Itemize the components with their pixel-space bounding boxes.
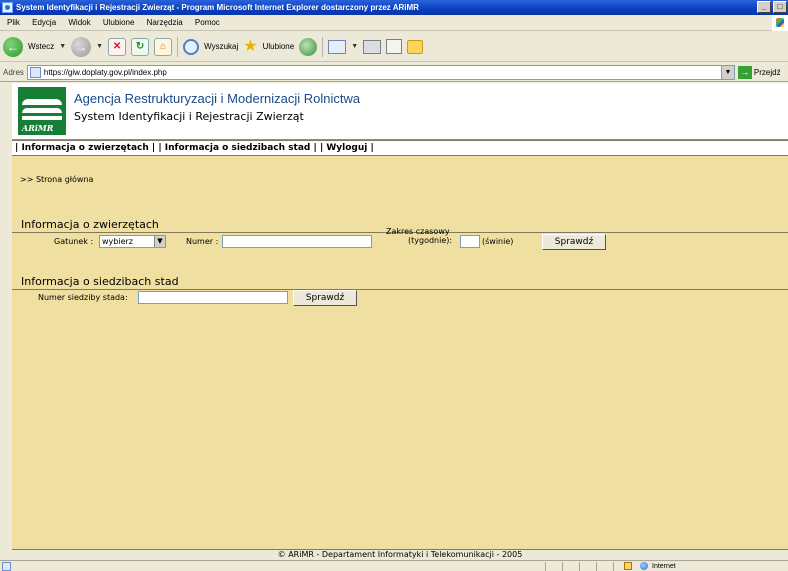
- go-button[interactable]: → Przejdź: [737, 65, 781, 79]
- window-title: System Identyfikacji i Rejestracji Zwier…: [16, 3, 419, 12]
- logo-stripe: [22, 99, 62, 105]
- back-dropdown-icon[interactable]: ▼: [59, 43, 66, 50]
- menu-help[interactable]: Pomoc: [190, 18, 225, 27]
- breadcrumb: >> Strona główna: [20, 175, 94, 184]
- print-icon[interactable]: [363, 39, 382, 54]
- security-zone: Internet: [652, 563, 676, 570]
- menu-file[interactable]: Plik: [2, 18, 25, 27]
- stop-icon[interactable]: ✕: [108, 37, 127, 56]
- address-dropdown-icon[interactable]: ▼: [720, 65, 734, 79]
- species-select-value: wybierz: [102, 237, 133, 246]
- animal-number-label: Numer :: [186, 237, 219, 246]
- site-header: ARiMR Agencja Restrukturyzacji i Moderni…: [12, 83, 788, 140]
- time-range-input[interactable]: [460, 235, 480, 248]
- back-arrow-icon[interactable]: ←: [3, 36, 23, 57]
- browser-toolbar: ← Wstecz ▼ → ▼ ✕ ↻ ⌂ Wyszukaj ★ Ulubione…: [0, 32, 788, 62]
- herds-check-button[interactable]: Sprawdź: [293, 290, 357, 306]
- menu-edit[interactable]: Edycja: [27, 18, 61, 27]
- animals-check-button[interactable]: Sprawdź: [542, 234, 606, 250]
- address-url[interactable]: https://giw.doplaty.gov.pl/index.php: [44, 68, 167, 77]
- go-arrow-icon: →: [737, 65, 752, 79]
- menu-tools[interactable]: Narzędzia: [142, 18, 188, 27]
- address-bar: Adres https://giw.doplaty.gov.pl/index.p…: [0, 63, 788, 82]
- species-label: Gatunek :: [54, 237, 94, 246]
- time-range-unit-label: (tygodnie):: [408, 236, 453, 245]
- favorites-button-label[interactable]: Ulubione: [263, 42, 295, 51]
- nav-separator: |: [370, 143, 374, 153]
- folder-icon[interactable]: [407, 39, 424, 54]
- windows-logo-icon: [772, 15, 788, 31]
- ie-app-icon: [2, 2, 13, 13]
- back-button-label[interactable]: Wstecz: [28, 42, 54, 51]
- globe-icon: [640, 562, 648, 570]
- nav-separator: |: [319, 143, 324, 153]
- status-bar: Internet: [0, 560, 788, 571]
- page-content: ARiMR Agencja Restrukturyzacji i Moderni…: [12, 83, 788, 549]
- toolbar-separator: [177, 36, 179, 57]
- nav-separator: |: [158, 143, 162, 153]
- herds-section-title: Informacja o siedzibach stad: [21, 275, 179, 288]
- media-icon[interactable]: [299, 37, 318, 56]
- nav-herds-link[interactable]: Informacja o siedzibach stad: [165, 143, 311, 153]
- forward-dropdown-icon[interactable]: ▼: [96, 43, 103, 50]
- favorites-star-icon[interactable]: ★: [243, 38, 257, 55]
- animal-number-input[interactable]: [222, 235, 372, 248]
- menu-favorites[interactable]: Ulubione: [98, 18, 140, 27]
- system-name: System Identyfikacji i Rejestracji Zwier…: [74, 110, 304, 123]
- nav-separator: |: [15, 143, 19, 153]
- agency-name: Agencja Restrukturyzacji i Modernizacji …: [74, 91, 361, 106]
- page-icon: [29, 66, 41, 78]
- mail-icon[interactable]: [328, 39, 347, 54]
- page-status-icon: [2, 562, 11, 571]
- minimize-button[interactable]: _: [757, 1, 771, 13]
- chevron-down-icon: ▼: [154, 236, 165, 247]
- logo-stripe: [22, 108, 62, 113]
- page-footer: © ARiMR - Departament Informatyki i Tele…: [12, 549, 788, 560]
- status-cell: [579, 562, 593, 571]
- arimr-logo: ARiMR: [18, 87, 66, 135]
- mail-dropdown-icon[interactable]: ▼: [351, 43, 358, 50]
- section-divider: [12, 289, 788, 290]
- logo-text: ARiMR: [22, 123, 54, 133]
- address-input[interactable]: https://giw.doplaty.gov.pl/index.php ▼: [26, 64, 735, 80]
- animals-section-title: Informacja o zwierzętach: [21, 218, 159, 231]
- search-icon[interactable]: [183, 38, 200, 55]
- herd-number-input[interactable]: [138, 291, 288, 304]
- window-title-bar[interactable]: System Identyfikacji i Rejestracji Zwier…: [0, 0, 788, 15]
- logo-stripe: [22, 116, 62, 120]
- status-cell: [596, 562, 610, 571]
- species-select[interactable]: wybierz ▼: [99, 235, 166, 248]
- main-navigation: | Informacja o zwierzętach | | Informacj…: [12, 140, 788, 156]
- status-cell: [562, 562, 576, 571]
- status-cell: [545, 562, 559, 571]
- time-range-label: Zakres czasowy: [386, 227, 450, 236]
- nav-logout-link[interactable]: Wyloguj: [326, 143, 367, 153]
- menu-view[interactable]: Widok: [63, 18, 95, 27]
- nav-separator: |: [313, 143, 317, 153]
- home-icon[interactable]: ⌂: [154, 37, 173, 56]
- maximize-button[interactable]: □: [773, 1, 787, 13]
- left-gutter: [0, 83, 12, 549]
- herd-number-label: Numer siedziby stada:: [38, 293, 128, 302]
- nav-separator: |: [151, 143, 156, 153]
- window-controls: _ □: [757, 1, 787, 13]
- search-button-label[interactable]: Wyszukaj: [204, 42, 238, 51]
- refresh-icon[interactable]: ↻: [131, 37, 150, 56]
- time-range-species-note: (świnie): [482, 237, 514, 246]
- forward-arrow-icon[interactable]: →: [71, 36, 92, 57]
- edit-icon[interactable]: [386, 39, 403, 54]
- nav-animals-link[interactable]: Informacja o zwierzętach: [21, 143, 148, 153]
- go-button-label: Przejdź: [753, 67, 781, 77]
- toolbar-separator: [322, 36, 324, 57]
- lock-icon: [624, 562, 632, 570]
- address-label: Adres: [3, 67, 24, 77]
- menu-bar: Plik Edycja Widok Ulubione Narzędzia Pom…: [0, 15, 788, 31]
